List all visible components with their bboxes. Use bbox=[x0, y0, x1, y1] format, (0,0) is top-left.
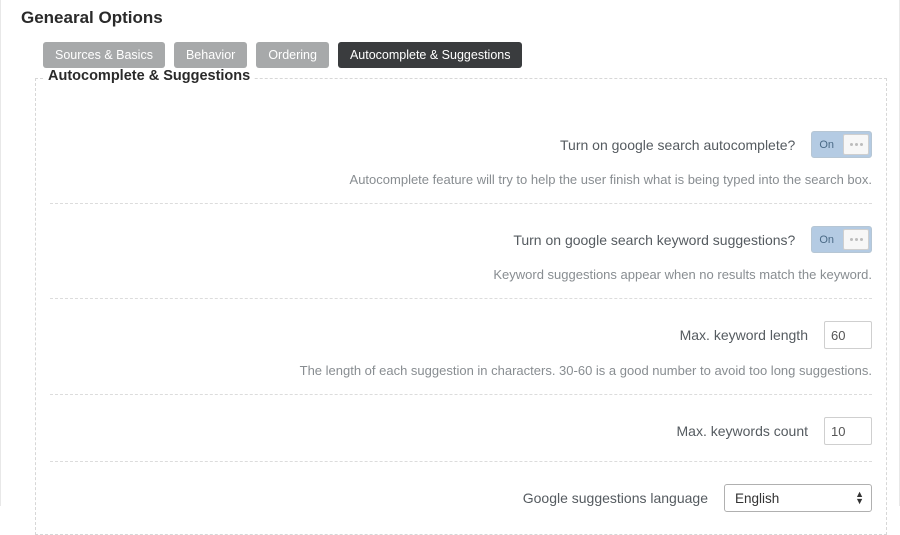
help-autocomplete: Autocomplete feature will try to help th… bbox=[50, 172, 872, 187]
row-max-keywords-count: Max. keywords count bbox=[50, 395, 872, 462]
help-keyword-suggestions: Keyword suggestions appear when no resul… bbox=[50, 267, 872, 282]
help-max-keyword-length: The length of each suggestion in charact… bbox=[50, 363, 872, 378]
tabs: Sources & Basics Behavior Ordering Autoc… bbox=[21, 42, 893, 68]
field-autocomplete: Turn on google search autocomplete? On bbox=[50, 131, 872, 158]
row-language: Google suggestions language English ▲▼ bbox=[50, 462, 872, 528]
select-wrap-language: English ▲▼ bbox=[724, 484, 872, 512]
input-max-keywords-count[interactable] bbox=[824, 417, 872, 445]
toggle-knob-icon bbox=[843, 229, 869, 250]
field-max-keywords-count: Max. keywords count bbox=[50, 417, 872, 445]
settings-panel: Genearal Options Sources & Basics Behavi… bbox=[0, 0, 900, 506]
label-autocomplete: Turn on google search autocomplete? bbox=[560, 137, 795, 153]
section-autocomplete-suggestions: Autocomplete & Suggestions Turn on googl… bbox=[35, 78, 887, 535]
tab-autocomplete-suggestions[interactable]: Autocomplete & Suggestions bbox=[338, 42, 523, 68]
label-keyword-suggestions: Turn on google search keyword suggestion… bbox=[513, 232, 795, 248]
toggle-knob-icon bbox=[843, 134, 869, 155]
page-title: Genearal Options bbox=[21, 0, 893, 42]
toggle-autocomplete[interactable]: On bbox=[811, 131, 872, 158]
input-max-keyword-length[interactable] bbox=[824, 321, 872, 349]
section-legend: Autocomplete & Suggestions bbox=[44, 68, 254, 84]
field-max-keyword-length: Max. keyword length bbox=[50, 321, 872, 349]
tab-behavior[interactable]: Behavior bbox=[174, 42, 247, 68]
field-keyword-suggestions: Turn on google search keyword suggestion… bbox=[50, 226, 872, 253]
label-max-keywords-count: Max. keywords count bbox=[677, 423, 809, 439]
toggle-autocomplete-state: On bbox=[812, 139, 841, 151]
row-max-keyword-length: Max. keyword length The length of each s… bbox=[50, 299, 872, 395]
row-keyword-suggestions: Turn on google search keyword suggestion… bbox=[50, 204, 872, 299]
toggle-keyword-suggestions[interactable]: On bbox=[811, 226, 872, 253]
label-language: Google suggestions language bbox=[523, 490, 708, 506]
toggle-keyword-suggestions-state: On bbox=[812, 234, 841, 246]
row-autocomplete: Turn on google search autocomplete? On A… bbox=[50, 109, 872, 204]
label-max-keyword-length: Max. keyword length bbox=[680, 327, 808, 343]
select-language[interactable]: English bbox=[724, 484, 872, 512]
tab-ordering[interactable]: Ordering bbox=[256, 42, 329, 68]
field-language: Google suggestions language English ▲▼ bbox=[50, 484, 872, 512]
tab-sources-basics[interactable]: Sources & Basics bbox=[43, 42, 165, 68]
